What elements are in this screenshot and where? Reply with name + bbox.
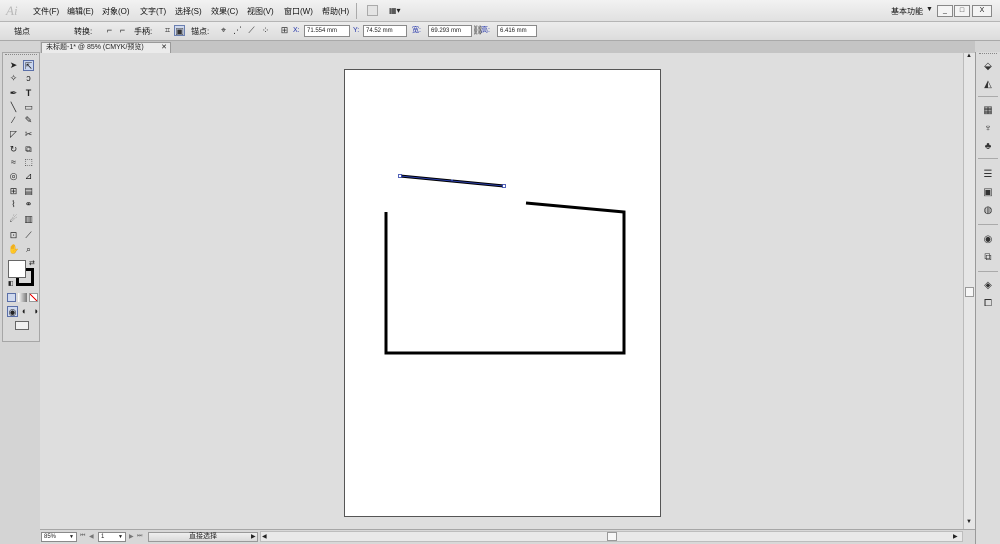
symbols-panel-icon[interactable]: ♣ [980,140,996,154]
dock-divider [978,158,998,159]
first-artboard-icon[interactable]: ⏮ [80,533,85,540]
zoom-value: 85% [44,534,57,540]
vertical-scroll-thumb[interactable] [965,287,974,297]
dock-grip[interactable] [979,53,997,56]
scroll-left-icon[interactable]: ◀ [262,533,267,540]
stroke-panel-icon[interactable]: ☰ [980,168,996,182]
zoom-select[interactable]: 85% ▼ [41,532,77,542]
current-tool-status[interactable]: 直接选择 [148,532,258,542]
graphic-styles-icon[interactable]: ⧉ [980,251,996,265]
gradient-panel-icon[interactable]: ▣ [980,186,996,200]
scroll-down-icon[interactable]: ▼ [966,519,972,525]
artboards-panel-icon[interactable]: ⧠ [980,297,996,311]
dock-divider [978,224,998,225]
color-panel-icon[interactable]: ⬙ [980,60,996,74]
anchor-point-end[interactable] [502,184,506,188]
vertical-scrollbar[interactable]: ▲ ▼ [963,53,975,529]
next-artboard-icon[interactable]: ▶ [129,533,134,540]
horizontal-scroll-thumb[interactable] [607,532,617,541]
current-tool-name: 直接选择 [189,533,217,540]
horizontal-scrollbar[interactable]: ◀ ▶ [260,531,963,542]
chevron-down-icon[interactable]: ▼ [69,533,74,541]
appearance-panel-icon[interactable]: ◉ [980,233,996,247]
chevron-down-icon[interactable]: ▼ [118,533,123,541]
dock-divider [978,96,998,97]
previous-artboard-icon[interactable]: ◀ [89,533,94,540]
scroll-right-icon[interactable]: ▶ [953,533,958,540]
scroll-up-icon[interactable]: ▲ [966,53,972,59]
layers-panel-icon[interactable]: ◈ [980,279,996,293]
center-point [451,179,453,182]
color-guide-icon[interactable]: ◭ [980,78,996,92]
brushes-panel-icon[interactable]: ♆ [980,122,996,136]
artwork-layer [384,174,626,355]
anchor-point-start[interactable] [398,174,402,178]
swatches-panel-icon[interactable]: ▦ [980,104,996,118]
last-artboard-icon[interactable]: ⏭ [137,533,142,540]
artboard-select[interactable]: 1 ▼ [98,532,126,542]
status-menu-icon[interactable]: ▶ [251,533,256,540]
open-box-path[interactable] [384,201,626,355]
transparency-panel-icon[interactable]: ◍ [980,204,996,218]
dock-divider [978,271,998,272]
panel-dock: ⬙ ◭ ▦ ♆ ♣ ☰ ▣ ◍ ◉ ⧉ ◈ ⧠ [975,52,1000,544]
artboard-number: 1 [101,534,105,540]
